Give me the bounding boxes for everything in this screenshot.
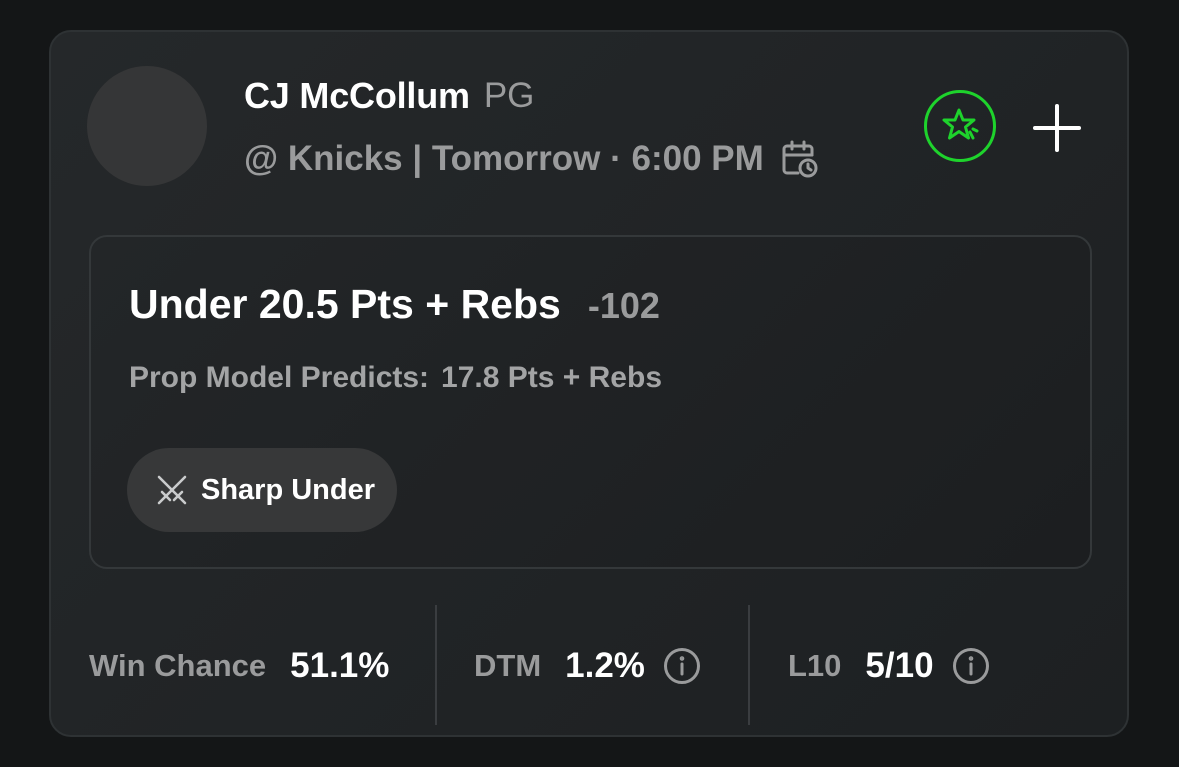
stat-dtm: DTM 1.2% (474, 605, 701, 727)
stat-l10: L10 5/10 (788, 605, 990, 727)
crossed-swords-icon (155, 473, 189, 507)
prop-details: Under 20.5 Pts + Rebs -102 Prop Model Pr… (89, 235, 1092, 569)
prop-title: Under 20.5 Pts + Rebs (129, 281, 561, 327)
player-avatar (87, 66, 207, 186)
favorite-button[interactable] (924, 90, 996, 162)
info-icon[interactable] (663, 647, 701, 685)
stat-win-chance: Win Chance 51.1% (89, 605, 389, 727)
plus-icon (1033, 104, 1081, 152)
sharp-under-tag[interactable]: Sharp Under (127, 448, 397, 532)
stat-divider (748, 605, 750, 725)
player-position: PG (483, 76, 535, 115)
tag-label: Sharp Under (201, 473, 376, 506)
stat-label: Win Chance (89, 648, 267, 683)
game-info: @ Knicks | Tomorrow · 6:00 PM (244, 139, 764, 178)
stat-label: DTM (474, 648, 542, 683)
stat-value: 1.2% (565, 646, 645, 685)
stat-divider (435, 605, 437, 725)
prop-title-row: Under 20.5 Pts + Rebs -102 (129, 281, 660, 333)
game-info-row: @ Knicks | Tomorrow · 6:00 PM (244, 134, 818, 184)
player-name: CJ McCollum (244, 75, 470, 116)
prediction-value: 17.8 Pts + Rebs (441, 361, 663, 394)
prop-card: CJ McCollum PG @ Knicks | Tomorrow · 6:0… (49, 30, 1129, 737)
prop-odds: -102 (587, 285, 660, 326)
stat-label: L10 (788, 648, 842, 683)
stats-row: Win Chance 51.1% DTM 1.2% L10 5/10 (51, 605, 1127, 727)
prediction-row: Prop Model Predicts: 17.8 Pts + Rebs (129, 361, 662, 395)
prediction-label: Prop Model Predicts: (129, 361, 430, 394)
info-icon[interactable] (952, 647, 990, 685)
add-button[interactable] (1031, 102, 1083, 154)
player-header: CJ McCollum PG (244, 72, 534, 120)
sparkle-star-icon (942, 108, 979, 140)
stat-value: 5/10 (865, 646, 934, 685)
stat-value: 51.1% (290, 646, 390, 685)
calendar-clock-icon (782, 140, 818, 178)
